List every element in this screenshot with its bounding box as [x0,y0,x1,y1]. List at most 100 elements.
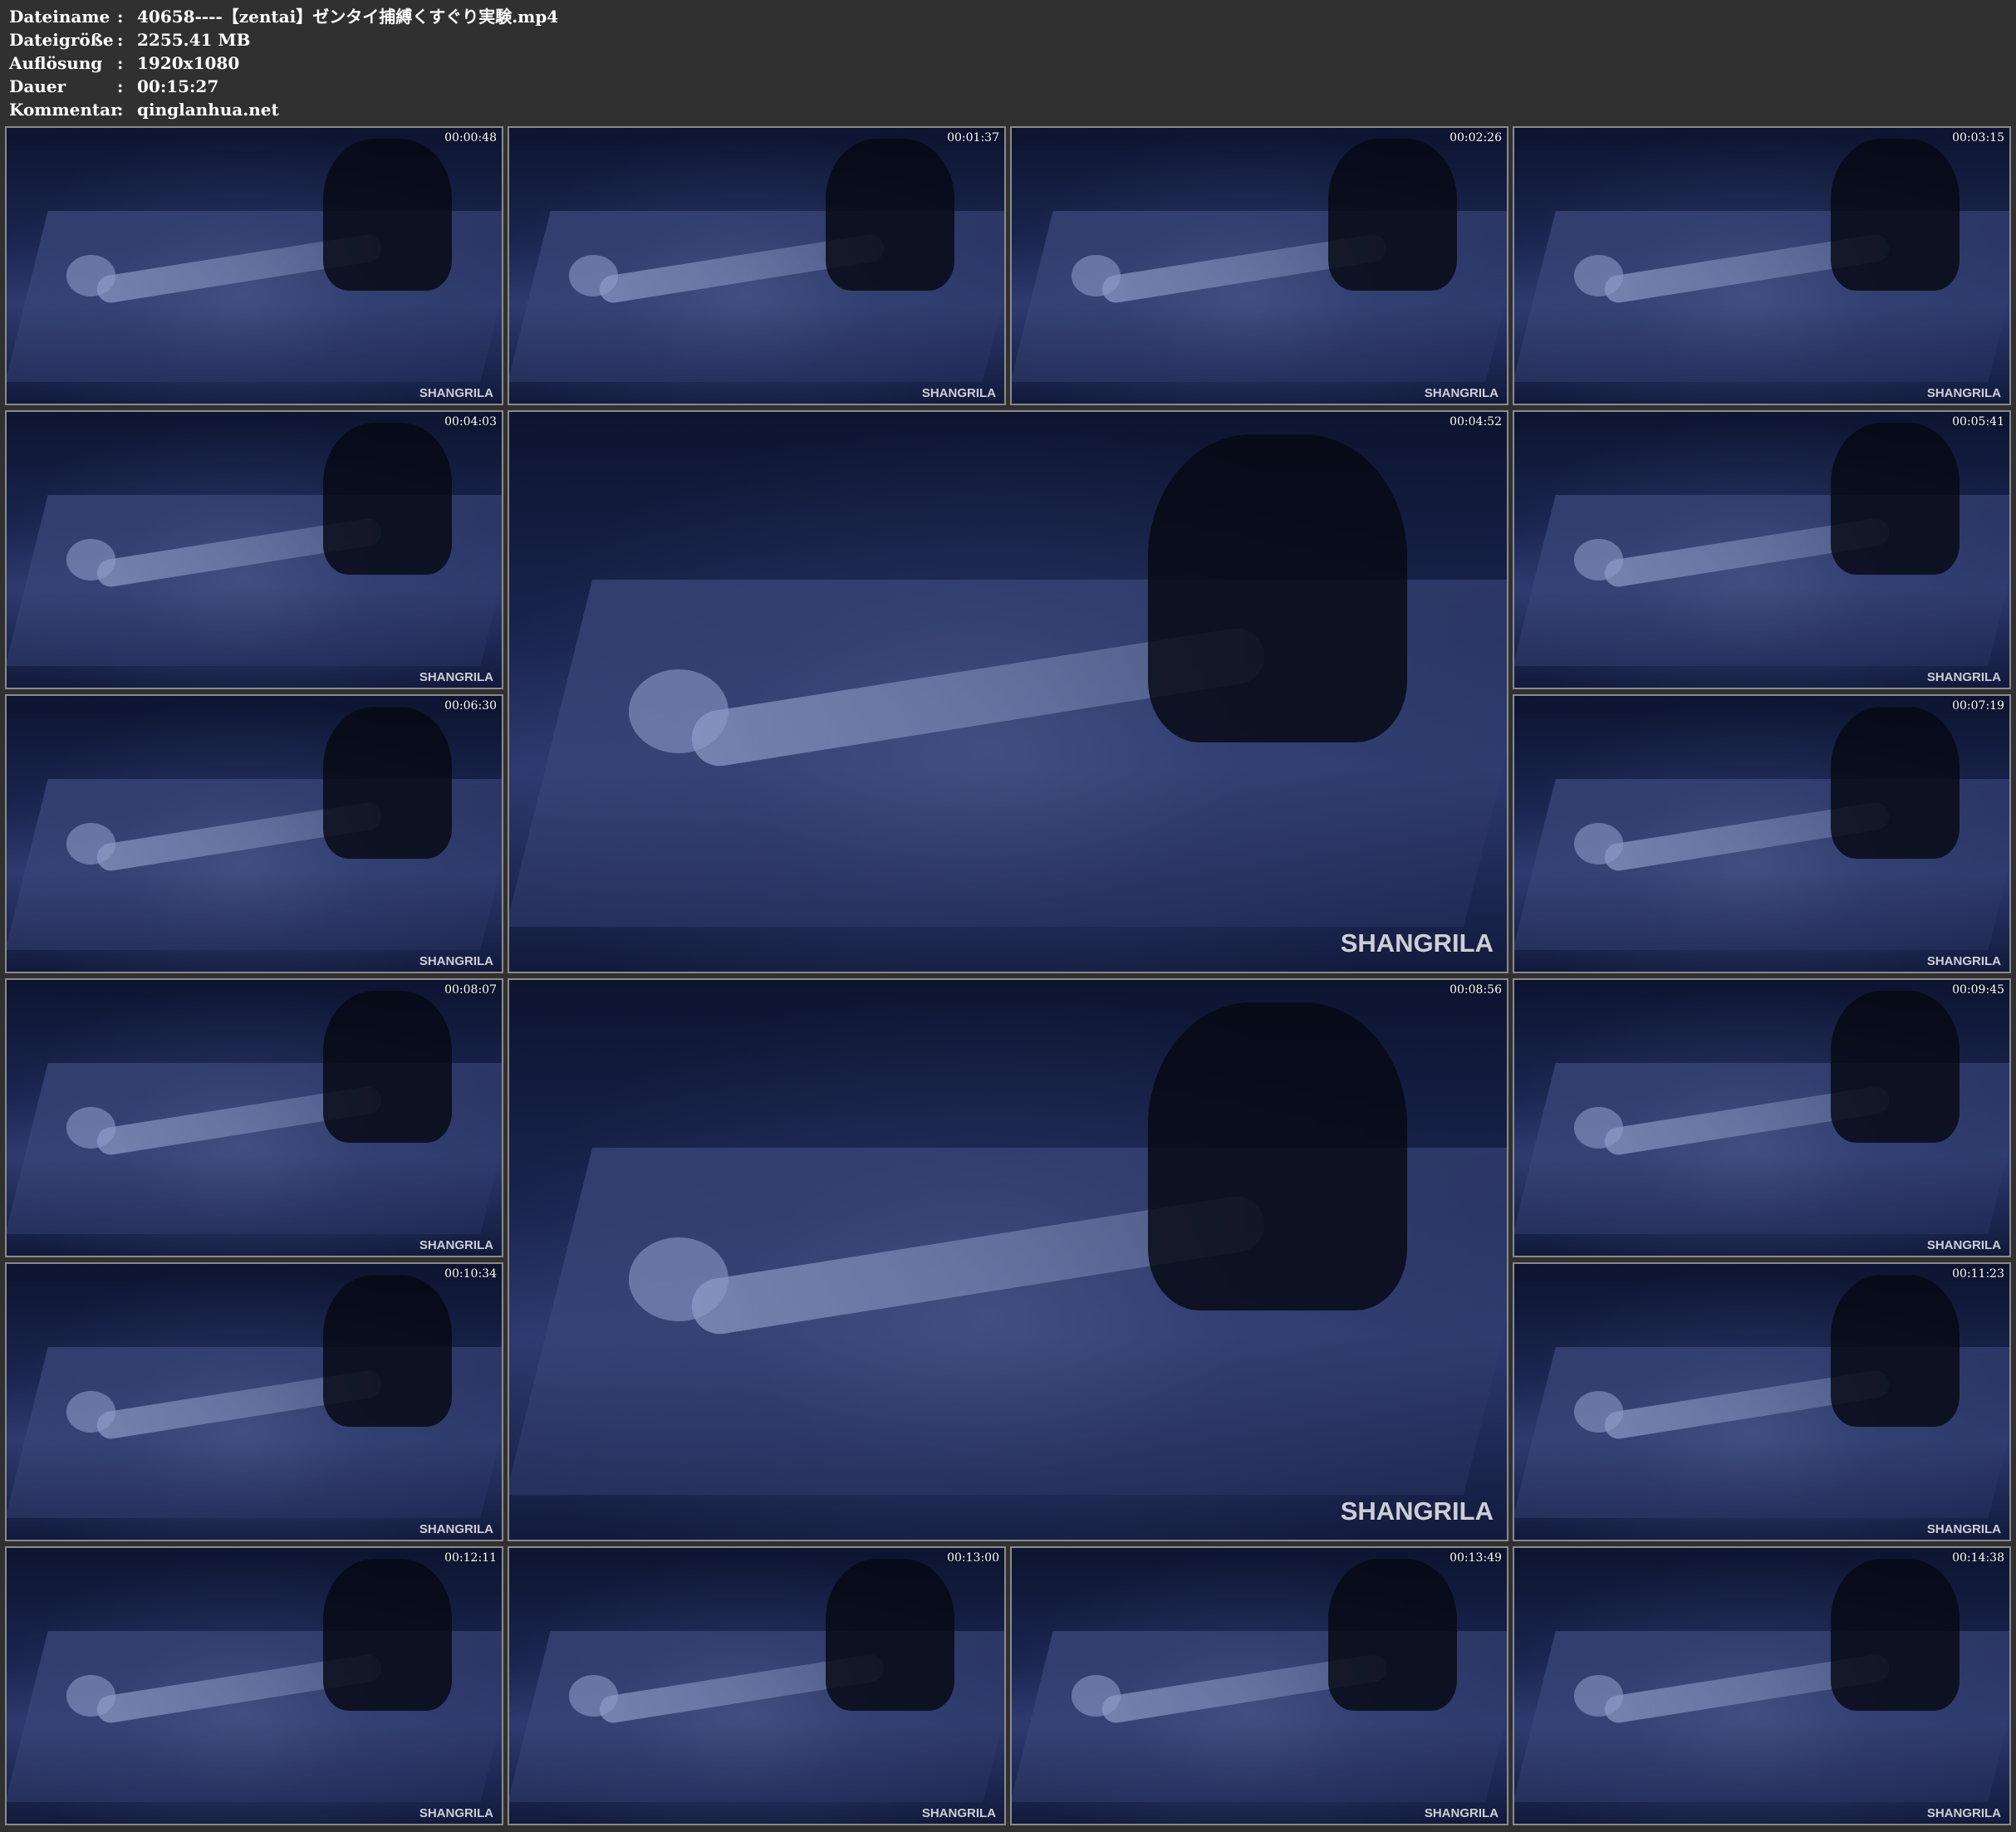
scene-head [1573,1674,1624,1717]
watermark-logo: SHANGRILA [1926,954,2001,968]
scene-person [1147,434,1407,742]
watermark-logo: SHANGRILA [1424,1806,1499,1820]
video-thumbnail: 00:10:34 SHANGRILA [5,1262,503,1541]
info-separator: : [117,76,124,96]
thumbnail-timecode: 00:04:03 [444,415,497,429]
thumbnail-timecode: 00:02:26 [1449,131,1502,145]
info-row-filename: Dateiname : 40658----【zentai】ゼンタイ捕縛くすぐり実… [9,5,558,28]
thumbnail-timecode: 00:11:23 [1952,1267,2004,1281]
file-info-header: Dateiname : 40658----【zentai】ゼンタイ捕縛くすぐり実… [9,5,558,121]
thumbnail-image [509,412,1507,972]
thumbnail-timecode: 00:09:45 [1952,983,2004,997]
video-thumbnail: 00:11:23 SHANGRILA [1513,1262,2011,1541]
info-label: Dateigröße [9,30,114,50]
thumbnail-image [7,980,502,1256]
thumbnail-timecode: 00:12:11 [444,1551,497,1565]
scene-person [1328,1559,1458,1711]
video-thumbnail: 00:00:48 SHANGRILA [5,126,503,405]
video-thumbnail: 00:04:03 SHANGRILA [5,410,503,689]
scene-head [1573,1106,1624,1149]
info-row-duration: Dauer : 00:15:27 [9,75,558,98]
watermark-logo: SHANGRILA [1340,1496,1494,1526]
info-value: 40658----【zentai】ゼンタイ捕縛くすぐり実験.mp4 [137,7,559,27]
info-row-comment: Kommentar : qinglanhua.net [9,98,558,121]
scene-head [1071,1674,1121,1717]
thumbnail-timecode: 00:07:19 [1952,699,2004,713]
watermark-logo: SHANGRILA [1926,1806,2001,1820]
video-thumbnail: 00:13:00 SHANGRILA [508,1546,1006,1825]
thumbnail-image [7,1264,502,1540]
scene-head [1573,254,1624,296]
watermark-logo: SHANGRILA [419,1238,493,1252]
scene-head [1573,822,1624,865]
video-thumbnail: 00:04:52 SHANGRILA [508,410,1508,973]
info-label: Kommentar [9,100,120,120]
info-separator: : [117,53,124,73]
info-label: Dauer [9,76,66,96]
scene-person [1831,707,1960,859]
thumbnail-image [7,696,502,972]
info-value: 2255.41 MB [137,30,251,50]
scene-person [323,1275,453,1427]
thumbnail-timecode: 00:08:56 [1449,983,1502,997]
info-value: 00:15:27 [137,76,219,96]
thumbnail-image [1514,696,2009,972]
watermark-logo: SHANGRILA [1926,1238,2001,1252]
scene-person [323,423,453,575]
thumbnail-timecode: 00:00:48 [444,131,497,145]
video-thumbnail: 00:07:19 SHANGRILA [1513,694,2011,973]
thumbnail-timecode: 00:04:52 [1449,415,1502,429]
thumbnail-image [7,1548,502,1824]
info-separator: : [117,100,124,120]
scene-head [629,669,729,754]
thumbnail-timecode: 00:13:00 [947,1551,999,1565]
video-thumbnail: 00:03:15 SHANGRILA [1513,126,2011,405]
thumbnail-image [509,1548,1004,1824]
thumbnail-image [1514,980,2009,1256]
scene-person [323,1559,453,1711]
video-thumbnail: 00:05:41 SHANGRILA [1513,410,2011,689]
video-thumbnail: 00:09:45 SHANGRILA [1513,978,2011,1257]
video-thumbnail: 00:12:11 SHANGRILA [5,1546,503,1825]
scene-person [1831,139,1960,291]
scene-head [1573,538,1624,580]
scene-person [1831,423,1960,575]
thumbnail-image [1514,1548,2009,1824]
video-thumbnail: 00:01:37 SHANGRILA [508,126,1006,405]
watermark-logo: SHANGRILA [419,1806,493,1820]
thumbnail-timecode: 00:14:38 [1952,1551,2004,1565]
info-value: qinglanhua.net [137,100,279,120]
info-label: Dateiname [9,7,110,27]
watermark-logo: SHANGRILA [419,1522,493,1536]
video-thumbnail: 00:02:26 SHANGRILA [1010,126,1508,405]
watermark-logo: SHANGRILA [921,1806,996,1820]
scene-person [323,991,453,1143]
scene-head [568,1674,619,1717]
scene-head [66,822,116,865]
thumbnail-image [1514,412,2009,688]
scene-head [1573,1390,1624,1433]
scene-head [66,538,116,580]
thumbnail-image [7,128,502,404]
video-thumbnail: 00:08:56 SHANGRILA [508,978,1508,1541]
scene-head [66,1674,116,1717]
scene-person [323,139,453,291]
info-row-resolution: Auflösung : 1920x1080 [9,51,558,75]
watermark-logo: SHANGRILA [1926,386,2001,400]
thumbnail-timecode: 00:03:15 [1952,131,2004,145]
video-thumbnail: 00:14:38 SHANGRILA [1513,1546,2011,1825]
scene-person [1831,1275,1960,1427]
watermark-logo: SHANGRILA [419,954,493,968]
info-separator: : [117,7,124,27]
watermark-logo: SHANGRILA [1926,1522,2001,1536]
scene-head [568,254,619,296]
thumbnail-image [7,412,502,688]
thumbnail-image [509,980,1507,1540]
video-thumbnail: 00:06:30 SHANGRILA [5,694,503,973]
watermark-logo: SHANGRILA [419,386,493,400]
thumbnail-timecode: 00:13:49 [1449,1551,1502,1565]
scene-person [1147,1002,1407,1310]
video-thumbnail: 00:08:07 SHANGRILA [5,978,503,1257]
thumbnail-timecode: 00:01:37 [947,131,999,145]
video-thumbnail: 00:13:49 SHANGRILA [1010,1546,1508,1825]
